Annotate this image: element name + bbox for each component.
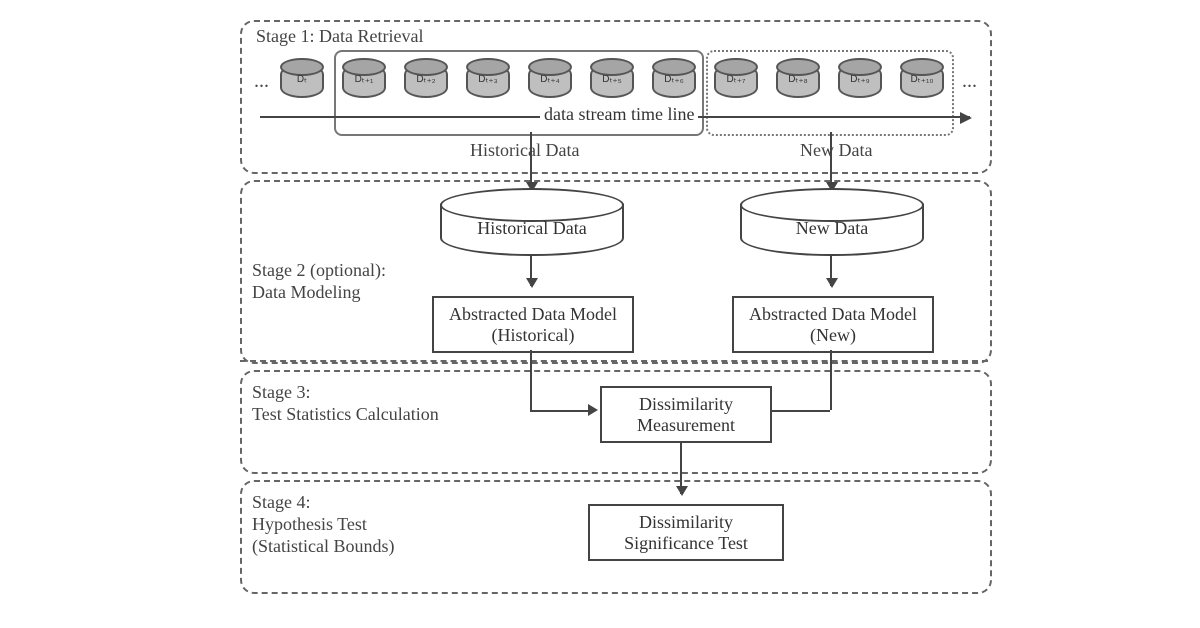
historical-data-label: Historical Data <box>470 140 579 161</box>
cylinder-Dt: Dₜ <box>280 64 324 98</box>
new-data-label: New Data <box>800 140 872 161</box>
timeline-label: data stream time line <box>540 104 698 125</box>
dissimilarity-measurement-box: Dissimilarity Measurement <box>600 386 772 443</box>
dissimilarity-significance-box: Dissimilarity Significance Test <box>588 504 784 561</box>
elbow-new-h <box>772 410 830 412</box>
ellipsis-right: ... <box>962 70 977 93</box>
abstracted-historical-box: Abstracted Data Model (Historical) <box>432 296 634 353</box>
stage-2-subtitle: Data Modeling <box>252 282 360 303</box>
arrow-hist-down-2 <box>530 256 532 286</box>
elbow-hist-v <box>530 350 532 410</box>
elbow-new-v <box>830 350 832 410</box>
arrow-new-down-2 <box>830 256 832 286</box>
stage-3-subtitle: Test Statistics Calculation <box>252 404 439 425</box>
new-cylinder: New Data <box>740 204 924 256</box>
elbow-hist-h <box>530 410 588 412</box>
stage-3-title: Stage 3: <box>252 382 311 403</box>
abstracted-new-box: Abstracted Data Model (New) <box>732 296 934 353</box>
stage-2-title: Stage 2 (optional): <box>252 260 386 281</box>
stage-1-title: Stage 1: Data Retrieval <box>256 26 423 47</box>
arrow-head-into-box-left <box>588 404 598 416</box>
stage-4-subtitle2: (Statistical Bounds) <box>252 536 395 557</box>
stage-4-subtitle: Hypothesis Test <box>252 514 367 535</box>
stage-4-title: Stage 4: <box>252 492 311 513</box>
ellipsis-left: ... <box>254 70 269 93</box>
historical-cylinder: Historical Data <box>440 204 624 256</box>
new-window <box>706 50 954 136</box>
stage2-bottom-dash-extra <box>240 360 988 362</box>
diagram-canvas: Stage 1: Data Retrieval ... ... Dₜ Dₜ₊₁ … <box>240 20 990 610</box>
